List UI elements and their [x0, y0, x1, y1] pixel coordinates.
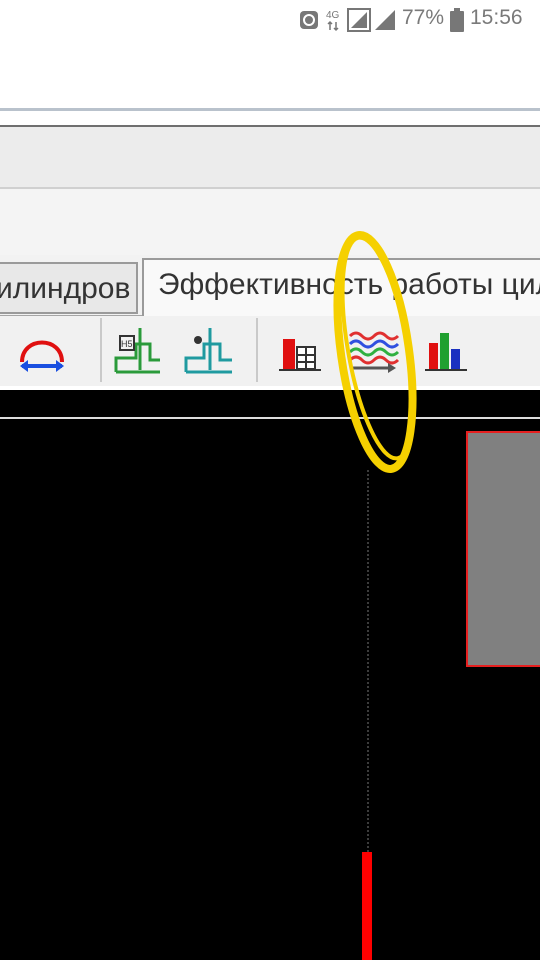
clock: 15:56 — [470, 6, 523, 29]
tab-cylinder-efficiency[interactable]: Эффективность работы цил — [142, 258, 540, 316]
teal-pv-diagram-icon — [184, 328, 232, 374]
status-bar: 4G 77% 15:56 — [0, 0, 540, 38]
svg-text:Н5: Н5 — [121, 339, 133, 349]
data-saver-icon — [300, 11, 318, 29]
menu-bar — [0, 127, 540, 187]
tab-cylinders[interactable]: илиндров — [0, 262, 138, 314]
divider — [0, 111, 540, 125]
battery-icon — [450, 8, 464, 32]
chart-gray-region — [466, 431, 540, 667]
multicolor-bar-chart-icon — [425, 333, 467, 371]
pv-diagram-button[interactable] — [176, 318, 240, 382]
chart-top-border — [0, 417, 540, 419]
cylinder-expansion-icon — [20, 340, 64, 372]
bar-table-chart-button[interactable] — [268, 318, 332, 382]
toolbar-separator — [256, 318, 258, 382]
tab-label: Эффективность работы цил — [158, 268, 540, 301]
chart-red-bar — [362, 852, 372, 960]
bar-table-chart-icon — [279, 339, 321, 371]
signal-icon — [347, 8, 371, 32]
network-type: 4G — [326, 10, 340, 21]
wave-signals-icon — [348, 331, 400, 373]
wave-signals-button[interactable] — [340, 318, 404, 382]
pv-diagram-button[interactable]: Н5 — [104, 318, 168, 382]
tab-label: илиндров — [0, 272, 131, 305]
cylinder-expansion-button[interactable] — [10, 318, 74, 382]
multicolor-bar-chart-button[interactable] — [414, 318, 478, 382]
page-header-area — [0, 38, 540, 108]
ribbon-area — [0, 189, 540, 255]
signal-icon — [375, 10, 395, 30]
chart-canvas[interactable] — [0, 390, 540, 960]
green-pv-diagram-icon: Н5 — [114, 328, 160, 374]
signal-4g-icon: 4G — [326, 10, 340, 32]
toolbar-separator — [100, 318, 102, 382]
battery-percent: 77% — [402, 6, 445, 29]
